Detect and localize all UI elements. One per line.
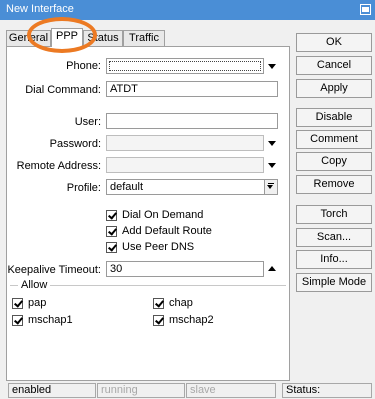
profile-label: Profile:	[66, 182, 101, 194]
checkbox-checked-icon	[12, 298, 23, 309]
tab-general[interactable]: General	[6, 30, 51, 46]
tab-status[interactable]: Status	[83, 30, 123, 46]
keepalive-collapse-icon[interactable]	[268, 266, 276, 271]
keepalive-timeout-value: 30	[110, 263, 123, 275]
simple-mode-button[interactable]: Simple Mode	[296, 273, 372, 292]
tab-label: Status	[87, 32, 119, 44]
checkbox-checked-icon	[153, 298, 164, 309]
apply-button[interactable]: Apply	[296, 79, 372, 98]
status-label: Status:	[282, 383, 372, 398]
checkbox-label: Add Default Route	[122, 225, 212, 237]
status-enabled: enabled	[8, 383, 96, 398]
scan-button[interactable]: Scan...	[296, 228, 372, 247]
checkbox-checked-icon	[106, 210, 117, 221]
password-label: Password:	[49, 138, 101, 150]
checkbox-label: pap	[28, 297, 47, 309]
phone-field[interactable]	[106, 58, 264, 74]
checkbox-checked-icon	[12, 315, 23, 326]
profile-dropdown-button[interactable]	[264, 180, 277, 194]
tab-ppp[interactable]: PPP	[51, 28, 83, 47]
ok-button[interactable]: OK	[296, 33, 372, 52]
checkbox-checked-icon	[153, 315, 164, 326]
status-running: running	[97, 383, 185, 398]
comment-button[interactable]: Comment	[296, 130, 372, 149]
password-dropdown-icon[interactable]	[268, 141, 276, 146]
dial-command-field[interactable]: ATDT	[106, 81, 278, 97]
user-label: User:	[74, 116, 101, 128]
keepalive-timeout-label: Keepalive Timeout:	[7, 264, 101, 276]
checkbox-label: Use Peer DNS	[122, 241, 195, 253]
dial-command-label: Dial Command:	[25, 84, 101, 96]
profile-value: default	[110, 181, 144, 193]
phone-dropdown-icon[interactable]	[268, 64, 276, 69]
dropdown-bar-icon	[268, 183, 274, 184]
remote-address-dropdown-icon[interactable]	[268, 163, 276, 168]
allow-group-divider	[10, 285, 286, 286]
dial-command-value: ATDT	[110, 83, 138, 95]
remote-address-label: Remote Address:	[16, 160, 101, 172]
user-field[interactable]	[106, 113, 278, 129]
allow-group-label: Allow	[18, 279, 51, 291]
info-button[interactable]: Info...	[296, 250, 372, 269]
torch-button[interactable]: Torch	[296, 205, 372, 224]
tab-traffic[interactable]: Traffic	[123, 30, 165, 46]
copy-button[interactable]: Copy	[296, 152, 372, 171]
window-title: New Interface	[6, 3, 74, 15]
profile-select[interactable]: default	[106, 179, 278, 195]
tab-label: Traffic	[129, 32, 159, 44]
phone-label: Phone:	[66, 60, 101, 72]
tab-label: PPP	[55, 30, 78, 42]
checkbox-checked-icon	[106, 226, 117, 237]
checkbox-label: mschap1	[28, 314, 73, 326]
focus-outline	[109, 61, 261, 71]
checkbox-checked-icon	[106, 242, 117, 253]
remove-button[interactable]: Remove	[296, 175, 372, 194]
keepalive-timeout-field[interactable]: 30	[106, 261, 264, 277]
checkbox-label: Dial On Demand	[122, 209, 204, 221]
title-bar: New Interface	[0, 0, 375, 20]
cancel-button[interactable]: Cancel	[296, 56, 372, 75]
password-field[interactable]	[106, 135, 264, 151]
tab-label: General	[8, 32, 49, 44]
maximize-icon[interactable]	[360, 4, 371, 15]
new-interface-window: New Interface General PPP Status Traffic…	[0, 0, 375, 399]
disable-button[interactable]: Disable	[296, 108, 372, 127]
checkbox-label: chap	[169, 297, 193, 309]
chevron-down-icon	[267, 185, 273, 189]
checkbox-label: mschap2	[169, 314, 214, 326]
remote-address-field[interactable]	[106, 157, 264, 173]
status-slave: slave	[186, 383, 276, 398]
